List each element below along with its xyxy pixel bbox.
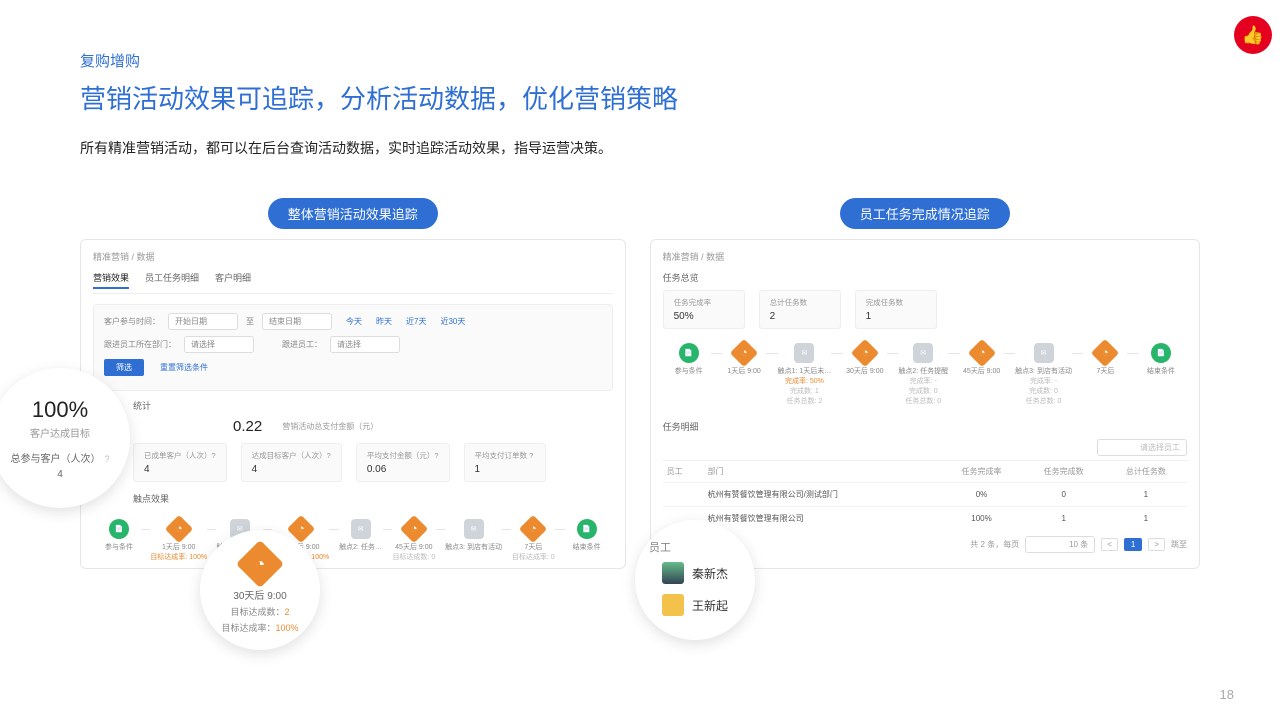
flow-diagram: 📄参与条件◔1天后 9:00目标达成率: 100%✉触点1: 1天未…◔30天后… bbox=[93, 519, 613, 562]
section-overview: 任务总览 bbox=[663, 271, 1187, 284]
table-row: 杭州有赞餐饮管理有限公司/测试部门0%01 bbox=[663, 483, 1187, 507]
callout-employees: 员工 秦新杰 王新起 bbox=[635, 520, 755, 640]
total-amount: 0.22 bbox=[233, 418, 262, 435]
stat-card: 平均支付订单数 ?1 bbox=[464, 443, 546, 482]
clock-icon: ◔ bbox=[1091, 339, 1119, 367]
quick-today[interactable]: 今天 bbox=[346, 316, 362, 327]
per-page-select[interactable]: 10 条 bbox=[1025, 536, 1095, 553]
flow-node: 📄结束条件 bbox=[565, 519, 609, 552]
clock-icon: ◔ bbox=[519, 515, 547, 543]
section-detail: 任务明细 bbox=[663, 420, 1187, 433]
mail-icon: ✉ bbox=[464, 519, 484, 539]
filter-button[interactable]: 筛选 bbox=[104, 359, 144, 376]
avatar bbox=[662, 562, 684, 584]
ov-card: 完成任务数1 bbox=[855, 290, 937, 329]
emp-select[interactable]: 请选择 bbox=[330, 336, 400, 353]
flow-node: ✉触点3: 到店有活动完成率: -完成数: 0任务总数: 0 bbox=[1015, 343, 1072, 406]
page-title: 营销活动效果可追踪，分析活动数据，优化营销策略 bbox=[80, 79, 1200, 116]
stat-card: 已成单客户（人次）?4 bbox=[133, 443, 227, 482]
breadcrumb: 精准营销 / 数据 bbox=[663, 250, 1187, 263]
left-panel: 精准营销 / 数据 营销效果 员工任务明细 客户明细 客户参与时间： 开始日期 … bbox=[80, 239, 626, 569]
flow-node: ✉触点2: 任务提醒完成率: -完成数: 0任务总数: 0 bbox=[898, 343, 948, 406]
total-amount-label: 营销活动总支付金额（元） bbox=[282, 421, 378, 432]
ov-card: 总计任务数2 bbox=[759, 290, 841, 329]
mail-icon: ✉ bbox=[794, 343, 814, 363]
stat-card: 平均支付金额（元）?0.06 bbox=[356, 443, 450, 482]
filter-dept-label: 跟进员工所在部门： bbox=[104, 339, 176, 350]
flow-node: ◔1天后 9:00目标达成率: 100% bbox=[150, 519, 207, 562]
flow-node: ✉触点2: 任务… bbox=[339, 519, 383, 552]
section-stats: 统计 bbox=[93, 399, 613, 412]
flow-node: ◔1天后 9:00 bbox=[722, 343, 766, 376]
stat-card: 达成目标客户（人次）?4 bbox=[241, 443, 342, 482]
thumbs-badge: 👍 bbox=[1234, 16, 1272, 54]
tab-customer[interactable]: 客户明细 bbox=[215, 271, 251, 289]
end-date-input[interactable]: 结束日期 bbox=[262, 313, 332, 330]
clock-icon: ◔ bbox=[165, 515, 193, 543]
left-pill: 整体营销活动效果追踪 bbox=[268, 198, 438, 229]
mail-icon: ✉ bbox=[351, 519, 371, 539]
page-current[interactable]: 1 bbox=[1124, 538, 1142, 551]
right-pill: 员工任务完成情况追踪 bbox=[840, 198, 1010, 229]
tab-employee[interactable]: 员工任务明细 bbox=[145, 271, 199, 289]
task-table: 员工 部门 任务完成率 任务完成数 总计任务数 杭州有赞餐饮管理有限公司/测试部… bbox=[663, 460, 1187, 530]
avatar bbox=[662, 594, 684, 616]
clock-icon: ◔ bbox=[967, 339, 995, 367]
clock-icon: ◔ bbox=[730, 339, 758, 367]
quick-7d[interactable]: 近7天 bbox=[406, 316, 426, 327]
page-desc: 所有精准营销活动，都可以在后台查询活动数据，实时追踪活动效果，指导运营决策。 bbox=[80, 138, 1200, 158]
prev-page[interactable]: < bbox=[1101, 538, 1118, 551]
next-page[interactable]: > bbox=[1148, 538, 1165, 551]
flow-node: 📄参与条件 bbox=[667, 343, 711, 376]
flow-node: ◔45天后 9:00 bbox=[960, 343, 1004, 376]
ov-card: 任务完成率50% bbox=[663, 290, 745, 329]
tabs[interactable]: 营销效果 员工任务明细 客户明细 bbox=[93, 271, 613, 294]
doc-icon: 📄 bbox=[109, 519, 129, 539]
flow-node: 📄参与条件 bbox=[97, 519, 141, 552]
flow-node: ◔45天后 9:00目标达成数: 0 bbox=[392, 519, 436, 562]
filter-box: 客户参与时间： 开始日期 至 结束日期 今天 昨天 近7天 近30天 跟进员工所… bbox=[93, 304, 613, 391]
doc-icon: 📄 bbox=[577, 519, 597, 539]
clock-icon: ◔ bbox=[851, 339, 879, 367]
filter-time-label: 客户参与时间： bbox=[104, 316, 160, 327]
employee-search[interactable]: 请选择员工 bbox=[1097, 439, 1187, 456]
doc-icon: 📄 bbox=[679, 343, 699, 363]
flow-node: 📄结束条件 bbox=[1139, 343, 1183, 376]
right-panel: 精准营销 / 数据 任务总览 任务完成率50% 总计任务数2 完成任务数1 📄参… bbox=[650, 239, 1200, 569]
reset-button[interactable]: 重置筛选条件 bbox=[152, 359, 216, 376]
flow-diagram: 📄参与条件 ◔1天后 9:00 ✉触点1: 1天后未…完成率: 50%完成数: 1任… bbox=[663, 343, 1187, 406]
flow-node: ◔7天后 bbox=[1083, 343, 1127, 376]
page-number: 18 bbox=[1220, 687, 1234, 702]
mail-icon: ✉ bbox=[913, 343, 933, 363]
table-row: 杭州有赞餐饮管理有限公司100%11 bbox=[663, 507, 1187, 531]
quick-30d[interactable]: 近30天 bbox=[440, 316, 465, 327]
callout-node: ◔ 30天后 9:00 目标达成数：2 目标达成率：100% bbox=[200, 530, 320, 650]
doc-icon: 📄 bbox=[1151, 343, 1171, 363]
clock-icon: ◔ bbox=[400, 515, 428, 543]
quick-yesterday[interactable]: 昨天 bbox=[376, 316, 392, 327]
section-flow: 触点效果 bbox=[93, 492, 613, 505]
mail-icon: ✉ bbox=[1034, 343, 1054, 363]
start-date-input[interactable]: 开始日期 bbox=[168, 313, 238, 330]
dept-select[interactable]: 请选择 bbox=[184, 336, 254, 353]
flow-node: ◔7天后目标达成率: 0 bbox=[511, 519, 555, 562]
page-subtitle: 复购增购 bbox=[80, 50, 1200, 71]
breadcrumb: 精准营销 / 数据 bbox=[93, 250, 613, 263]
filter-emp-label: 跟进员工： bbox=[282, 339, 322, 350]
clock-icon: ◔ bbox=[236, 539, 284, 587]
flow-node: ✉触点3: 到店有活动 bbox=[445, 519, 502, 552]
flow-node: ◔30天后 9:00 bbox=[843, 343, 887, 376]
tab-effect[interactable]: 营销效果 bbox=[93, 271, 129, 289]
flow-node: ✉触点1: 1天后未…完成率: 50%完成数: 1任务总数: 2 bbox=[778, 343, 832, 406]
